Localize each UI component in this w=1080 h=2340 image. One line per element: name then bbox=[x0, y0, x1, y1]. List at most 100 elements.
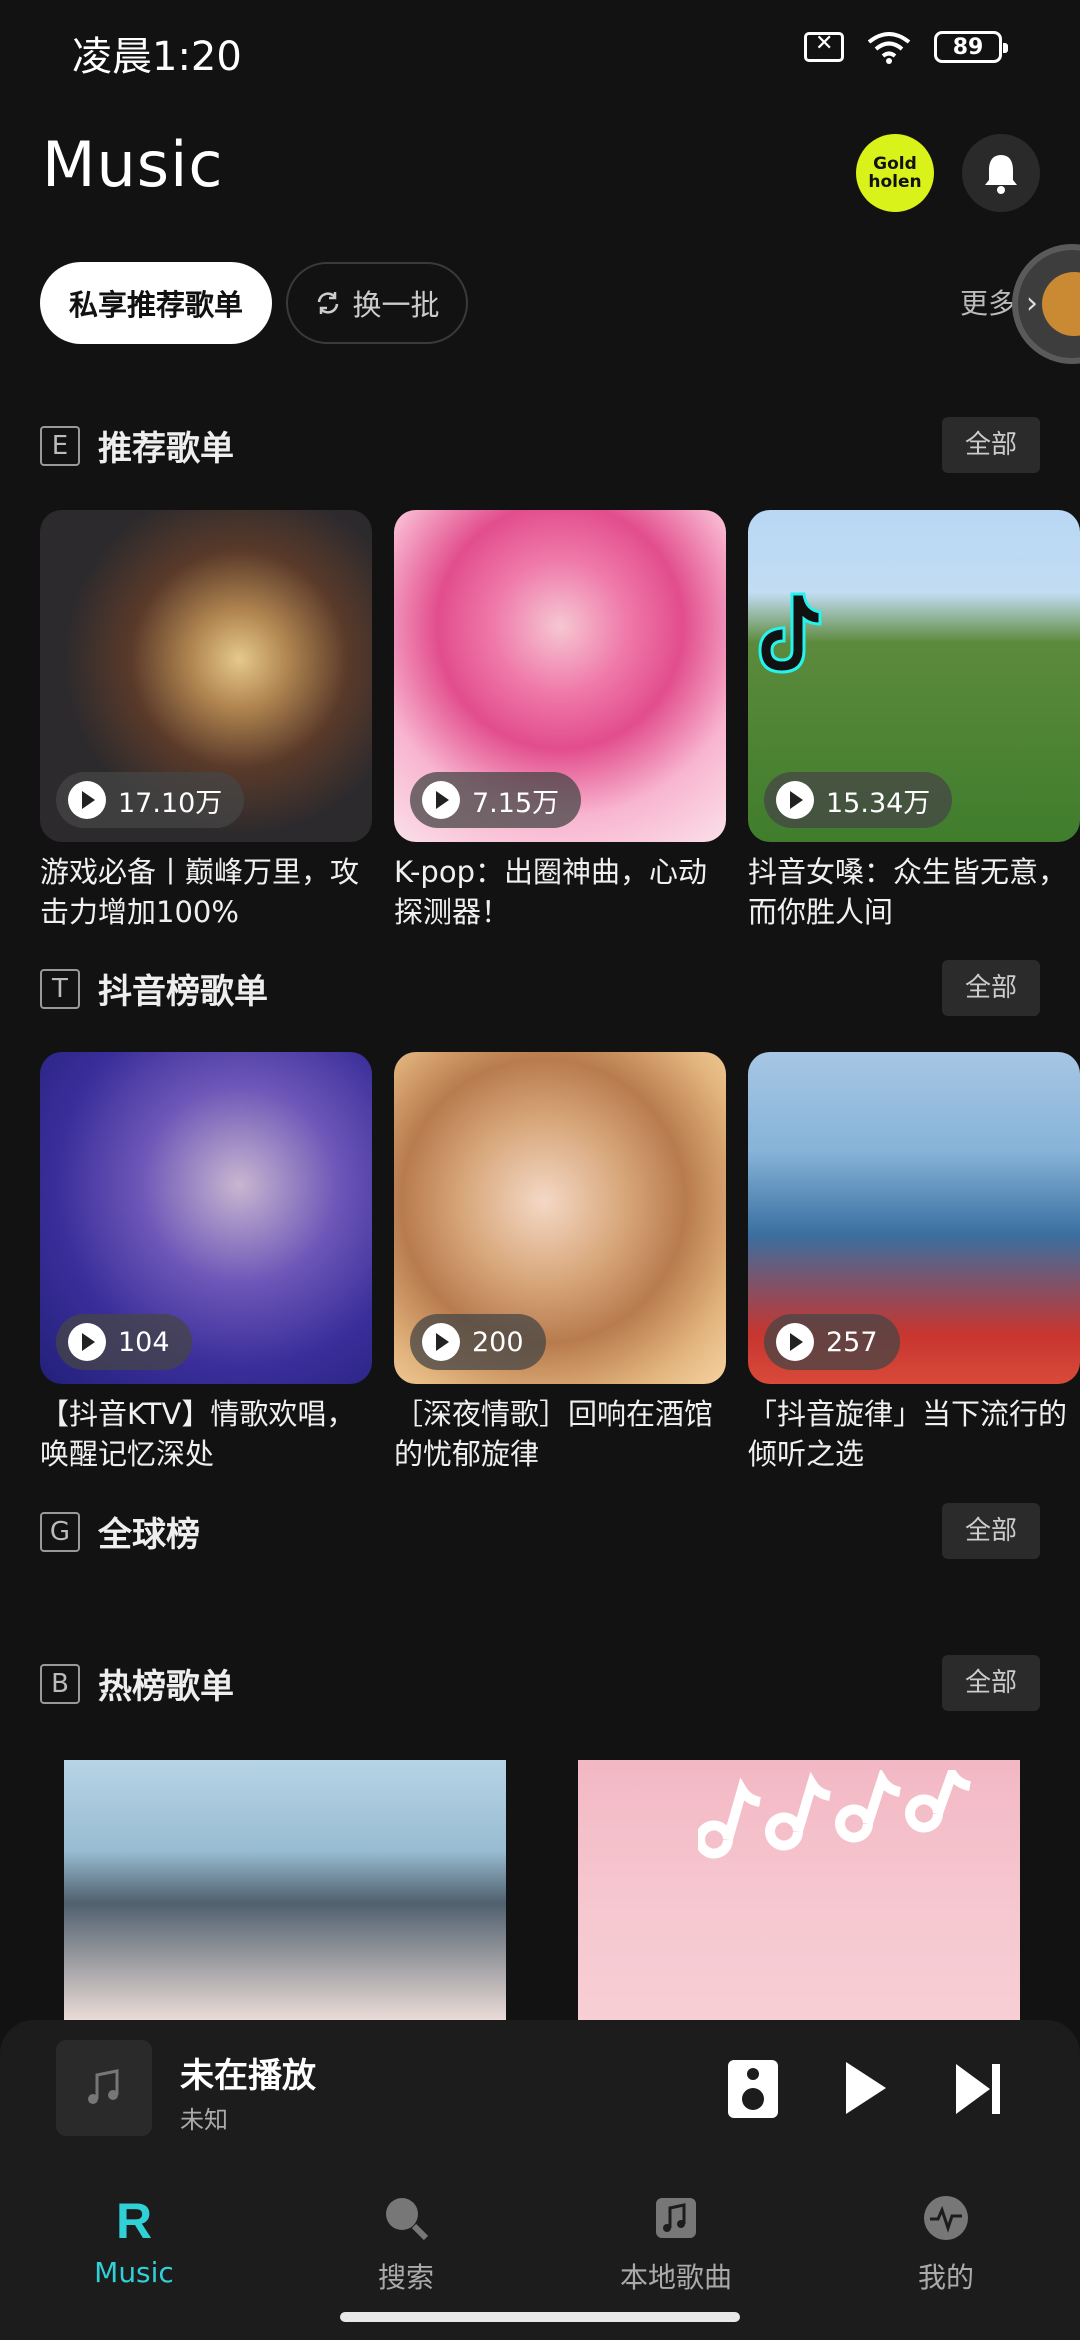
play-count-badge: 257 bbox=[764, 1314, 900, 1370]
playlist-cover: 17.10万 bbox=[40, 510, 372, 842]
playlist-card[interactable]: 17.10万 游戏必备丨巅峰万里，攻击力增加100% bbox=[40, 510, 372, 932]
playlist-card[interactable]: 257 「抖音旋律」当下流行的倾听之选 bbox=[748, 1052, 1080, 1474]
section-all-button[interactable]: 全部 bbox=[942, 1503, 1040, 1559]
player-cover bbox=[56, 2040, 152, 2136]
nav-label: 我的 bbox=[917, 2261, 974, 2294]
section-letter-badge: E bbox=[40, 426, 80, 466]
no-sim-icon bbox=[804, 31, 844, 62]
battery-level: 89 bbox=[952, 34, 984, 60]
playlist-title: ［深夜情歌］回响在酒馆的忧郁旋律 bbox=[394, 1397, 714, 1471]
more-link[interactable]: 更多 bbox=[960, 282, 1016, 322]
section-title: 抖音榜歌单 bbox=[98, 972, 268, 1012]
play-button[interactable] bbox=[846, 2062, 886, 2114]
bell-icon bbox=[985, 155, 1017, 194]
douyin-card-row: 104 【抖音KTV】情歌欢唱，唤醒记忆深处 200 ［深夜情歌］回响在酒馆的忧… bbox=[40, 1052, 1080, 1474]
section-all-button[interactable]: 全部 bbox=[942, 417, 1040, 473]
section-all-button[interactable]: 全部 bbox=[942, 960, 1040, 1016]
nav-item-local-songs[interactable]: 本地歌曲 bbox=[566, 2192, 786, 2296]
play-icon bbox=[422, 1323, 460, 1361]
nav-item-search[interactable]: 搜索 bbox=[296, 2192, 516, 2296]
nav-label: 本地歌曲 bbox=[619, 2261, 732, 2294]
section-title: 热榜歌单 bbox=[98, 1667, 234, 1707]
play-icon bbox=[68, 781, 106, 819]
nav-item-mine[interactable]: 我的 bbox=[836, 2192, 1056, 2296]
refresh-batch-button[interactable]: 换一批 bbox=[286, 262, 468, 344]
app-title: Music bbox=[42, 128, 224, 201]
play-count-badge: 7.15万 bbox=[410, 772, 582, 828]
hot-playlist-cover[interactable] bbox=[64, 1760, 506, 2020]
speaker-icon[interactable] bbox=[728, 2060, 778, 2118]
tiktok-logo-icon bbox=[758, 592, 822, 674]
music-note-icon bbox=[656, 2198, 696, 2238]
playlist-title: K-pop：出圈神曲，心动探测器！ bbox=[394, 855, 707, 929]
section-title: 全球榜 bbox=[98, 1515, 200, 1555]
play-count: 7.15万 bbox=[472, 787, 560, 819]
play-count: 17.10万 bbox=[118, 787, 223, 819]
player-artist: 未知 bbox=[180, 2106, 228, 2134]
status-time: 凌晨1:20 bbox=[72, 34, 242, 80]
playlist-card[interactable]: 15.34万 抖音女嗓：众生皆无意，而你胜人间 bbox=[748, 510, 1080, 932]
playlist-title: 「抖音旋律」当下流行的倾听之选 bbox=[748, 1397, 1068, 1471]
play-icon bbox=[422, 781, 460, 819]
section-all-button[interactable]: 全部 bbox=[942, 1655, 1040, 1711]
search-icon bbox=[386, 2198, 429, 2241]
play-icon bbox=[68, 1323, 106, 1361]
svg-text:R: R bbox=[116, 2193, 152, 2244]
playlist-card[interactable]: 104 【抖音KTV】情歌欢唱，唤醒记忆深处 bbox=[40, 1052, 372, 1474]
private-playlist-chip[interactable]: 私享推荐歌单 bbox=[40, 262, 272, 344]
play-count: 200 bbox=[472, 1326, 524, 1358]
hot-card-row bbox=[64, 1760, 1020, 2020]
playlist-card[interactable]: 200 ［深夜情歌］回响在酒馆的忧郁旋律 bbox=[394, 1052, 726, 1474]
playlist-cover: 7.15万 bbox=[394, 510, 726, 842]
gold-badge-button[interactable]: Gold holen bbox=[856, 134, 934, 212]
status-bar: 凌晨1:20 89 bbox=[0, 0, 1080, 100]
playlist-cover: 104 bbox=[40, 1052, 372, 1384]
wifi-icon bbox=[867, 32, 911, 64]
play-count-badge: 104 bbox=[56, 1314, 192, 1370]
hot-playlist-cover[interactable] bbox=[578, 1760, 1020, 2020]
playlist-cover: 15.34万 bbox=[748, 510, 1080, 842]
tiktok-logo-icon bbox=[698, 1770, 972, 1859]
section-recommended: E 推荐歌单 全部 bbox=[40, 417, 1040, 473]
battery-indicator: 89 bbox=[934, 31, 1008, 63]
section-title: 推荐歌单 bbox=[98, 429, 234, 469]
play-count: 15.34万 bbox=[826, 787, 931, 819]
playlist-title: 【抖音KTV】情歌欢唱，唤醒记忆深处 bbox=[40, 1397, 356, 1471]
recommended-card-row: 17.10万 游戏必备丨巅峰万里，攻击力增加100% 7.15万 K-pop：出… bbox=[40, 510, 1080, 932]
refresh-icon bbox=[318, 292, 339, 314]
player-title: 未在播放 bbox=[180, 2056, 316, 2096]
nav-label: Music bbox=[94, 2256, 174, 2289]
r-logo-icon: R bbox=[116, 2193, 152, 2249]
mini-player[interactable]: 未在播放 未知 bbox=[0, 2020, 1080, 2170]
playlist-cover: 257 bbox=[748, 1052, 1080, 1384]
section-douyin-chart: T 抖音榜歌单 全部 bbox=[40, 960, 1040, 1016]
section-global-chart: G 全球榜 全部 bbox=[40, 1503, 1040, 1559]
playlist-card[interactable]: 7.15万 K-pop：出圈神曲，心动探测器！ bbox=[394, 510, 726, 932]
play-count-badge: 17.10万 bbox=[56, 772, 245, 828]
play-count: 104 bbox=[118, 1326, 170, 1358]
chevron-right-icon: › bbox=[1026, 286, 1038, 321]
activity-icon bbox=[924, 2196, 968, 2240]
nav-item-music[interactable]: R Music bbox=[24, 2192, 244, 2289]
section-letter-badge: B bbox=[40, 1664, 80, 1704]
play-count-badge: 200 bbox=[410, 1314, 546, 1370]
floating-assistant-button[interactable]: › bbox=[1012, 244, 1080, 364]
refresh-label: 换一批 bbox=[352, 288, 440, 322]
playlist-cover: 200 bbox=[394, 1052, 726, 1384]
playlist-title: 游戏必备丨巅峰万里，攻击力增加100% bbox=[40, 855, 360, 929]
nav-label: 搜索 bbox=[377, 2261, 434, 2294]
play-icon bbox=[776, 1323, 814, 1361]
home-indicator[interactable] bbox=[340, 2312, 740, 2322]
section-letter-badge: G bbox=[40, 1512, 80, 1552]
next-track-button[interactable] bbox=[956, 2064, 1002, 2114]
play-icon bbox=[776, 781, 814, 819]
play-count-badge: 15.34万 bbox=[764, 772, 953, 828]
playlist-title: 抖音女嗓：众生皆无意，而你胜人间 bbox=[748, 855, 1068, 929]
section-letter-badge: T bbox=[40, 969, 80, 1009]
play-count: 257 bbox=[826, 1326, 878, 1358]
music-note-icon bbox=[88, 2069, 119, 2104]
section-hot-playlists: B 热榜歌单 全部 bbox=[40, 1655, 1040, 1711]
status-icons: 89 bbox=[804, 30, 1008, 64]
notification-button[interactable] bbox=[962, 134, 1040, 212]
floating-avatar-icon bbox=[1042, 272, 1080, 336]
